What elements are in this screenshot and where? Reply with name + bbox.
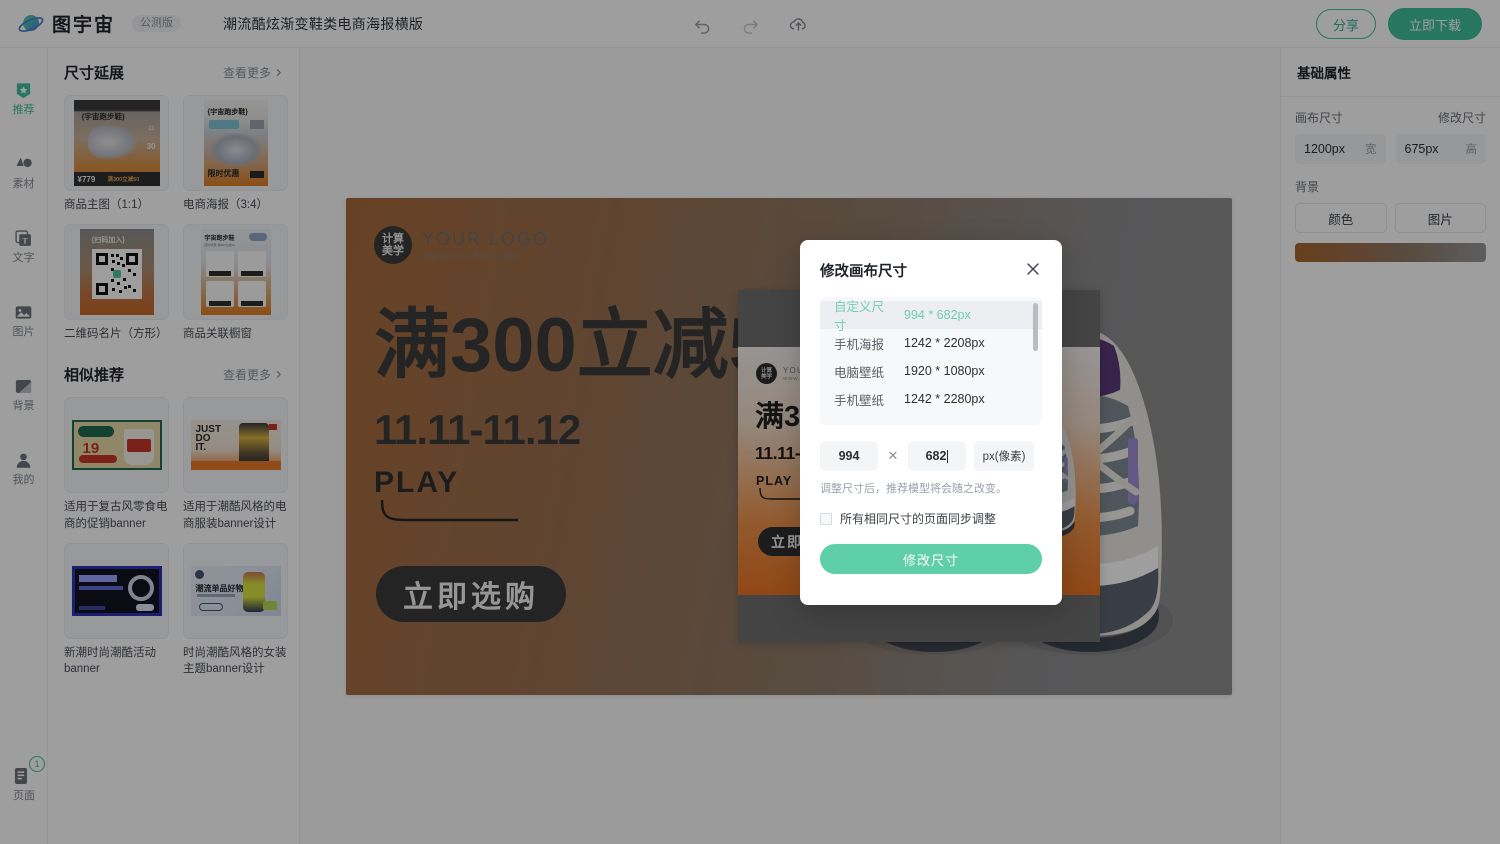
app-root: 图宇宙 公测版 潮流酷炫渐变鞋类电商海报横版 分享 立即下载 推荐 素材 T 文…: [0, 0, 1500, 844]
multiply-icon: ✕: [887, 448, 899, 463]
sync-pages-checkbox-row[interactable]: 所有相同尺寸的页面同步调整: [820, 510, 1042, 527]
sync-pages-checkbox[interactable]: [820, 512, 832, 525]
preset-size-list[interactable]: 自定义尺寸 994 * 682px 手机海报 1242 * 2208px 电脑壁…: [820, 297, 1042, 425]
unit-selector[interactable]: px(像素): [974, 441, 1034, 471]
close-icon[interactable]: [1024, 260, 1042, 278]
preset-option-phone-wallpaper[interactable]: 手机壁纸 1242 * 2280px: [820, 385, 1042, 413]
preset-option-custom[interactable]: 自定义尺寸 994 * 682px: [820, 300, 1042, 333]
preset-option-desktop-wallpaper[interactable]: 电脑壁纸 1920 * 1080px: [820, 357, 1042, 385]
size-input-row: 994 ✕ 682 px(像素): [820, 441, 1042, 471]
submit-resize-button[interactable]: 修改尺寸: [820, 544, 1042, 574]
preset-size: 1242 * 2208px: [904, 336, 985, 350]
preset-list-scrollbar[interactable]: [1033, 303, 1038, 351]
preset-size: 1920 * 1080px: [904, 364, 985, 378]
preset-name: 自定义尺寸: [834, 300, 885, 333]
dialog-hint: 调整尺寸后，推荐模型将会随之改变。: [820, 483, 1007, 495]
sync-pages-label: 所有相同尺寸的页面同步调整: [840, 512, 997, 526]
dialog-header: 修改画布尺寸: [820, 260, 1042, 281]
preset-name: 手机海报: [834, 337, 885, 352]
height-input[interactable]: 682: [908, 441, 966, 471]
text-caret: [947, 449, 949, 463]
preset-name: 手机壁纸: [834, 393, 885, 408]
width-input-value: 994: [838, 449, 860, 463]
height-input-value: 682: [925, 449, 947, 463]
preset-size: 1242 * 2280px: [904, 392, 985, 406]
modal-scrim[interactable]: [0, 0, 1500, 844]
preset-option-phone-poster[interactable]: 手机海报 1242 * 2208px: [820, 329, 1042, 357]
preset-name: 电脑壁纸: [834, 365, 885, 380]
width-input[interactable]: 994: [820, 441, 878, 471]
resize-canvas-dialog: 修改画布尺寸 自定义尺寸 994 * 682px 手机海报 1242 * 220…: [800, 240, 1062, 605]
dialog-title: 修改画布尺寸: [820, 264, 907, 280]
preset-size: 994 * 682px: [904, 308, 971, 322]
